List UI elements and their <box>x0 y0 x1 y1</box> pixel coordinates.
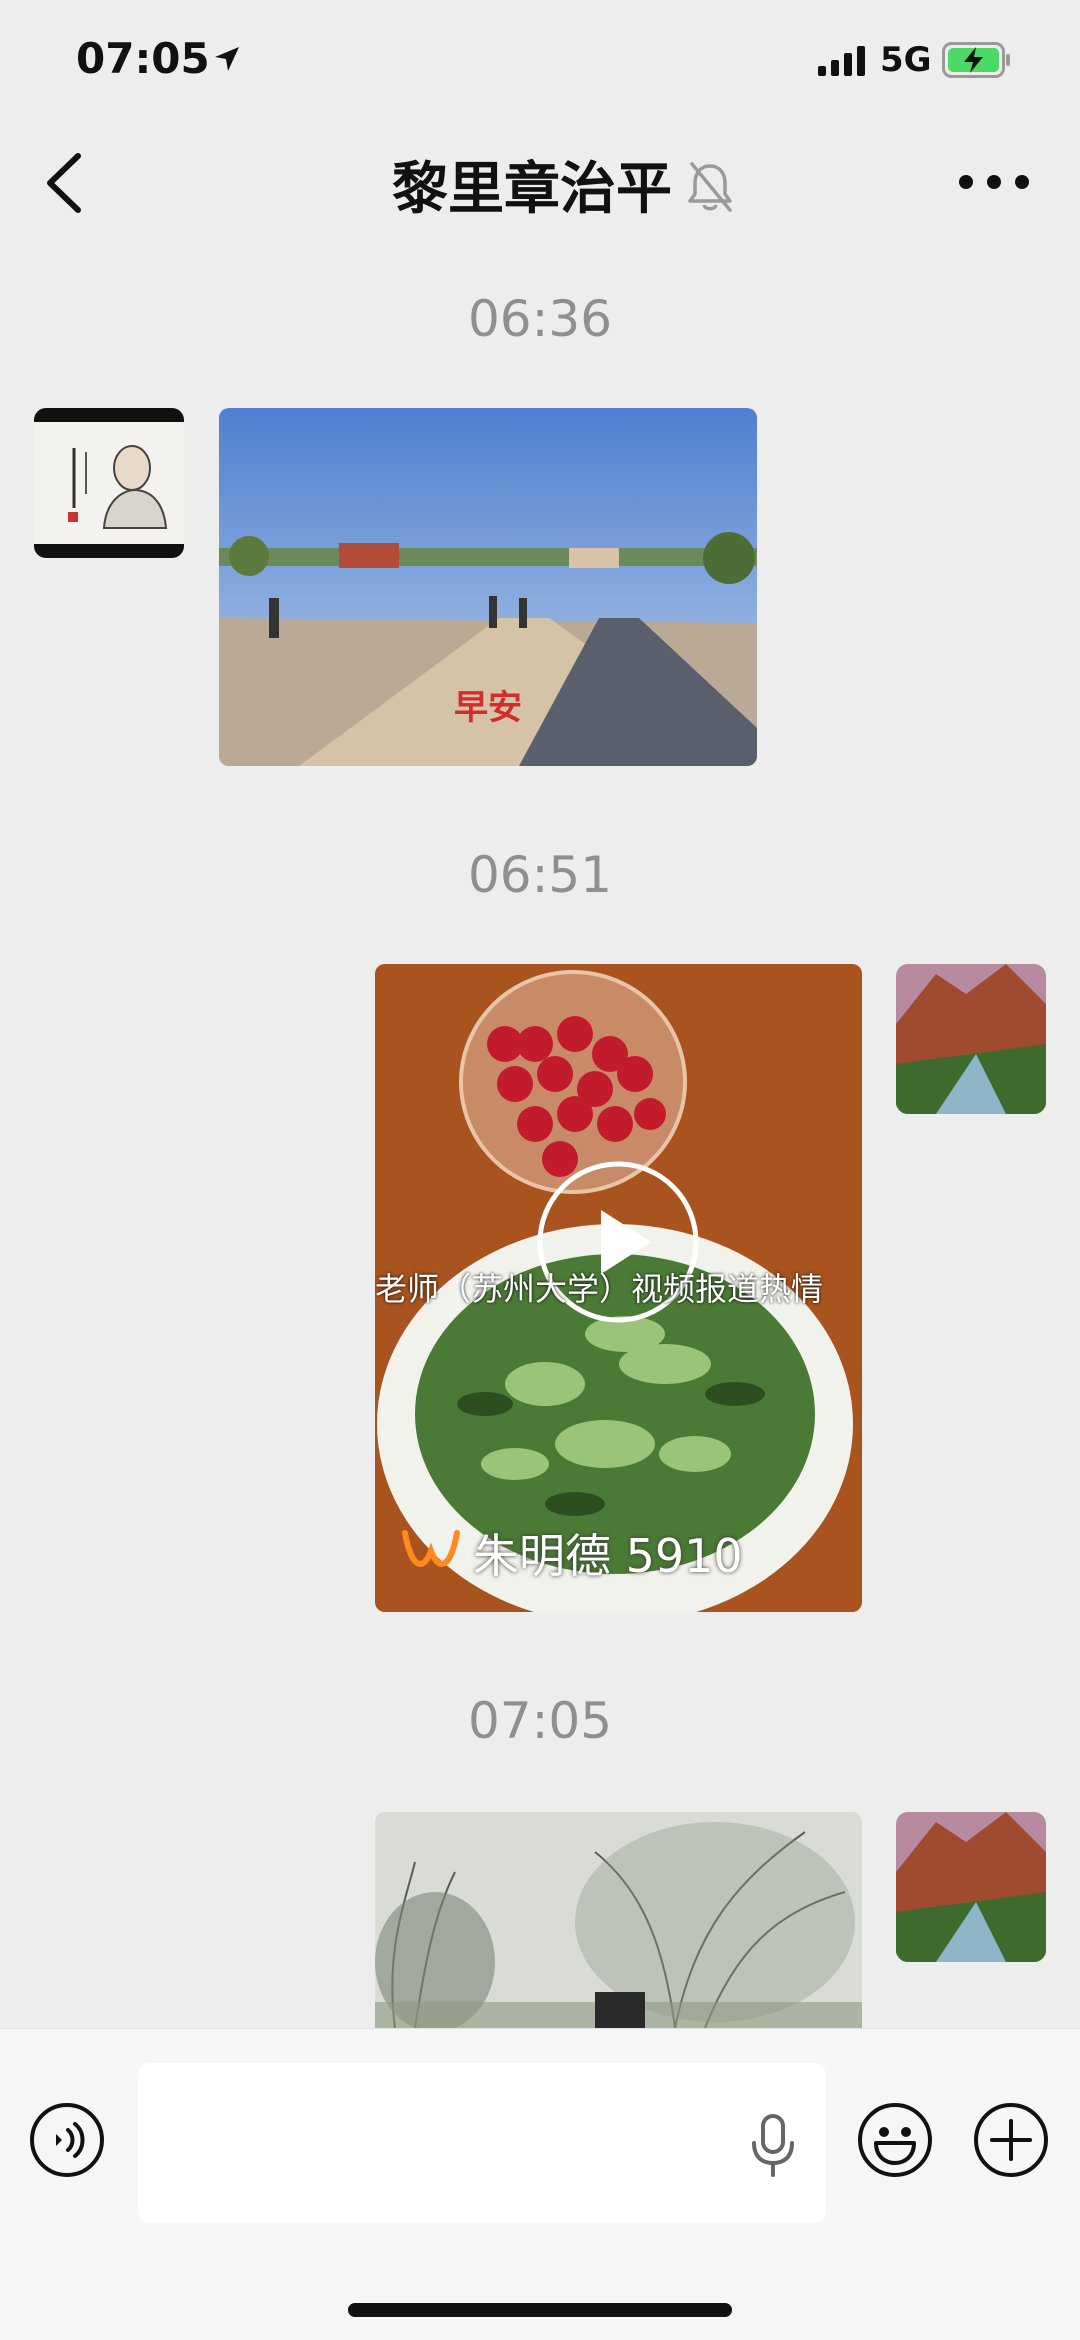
mic-icon[interactable] <box>748 2113 798 2179</box>
message-input[interactable] <box>138 2063 826 2223</box>
emoji-icon[interactable] <box>856 2101 934 2179</box>
home-indicator <box>348 2303 732 2317</box>
video-overlay-text: 老师（苏州大学）视频报道热情 <box>375 1270 824 1308</box>
chat-title: 黎里章治平 <box>392 144 734 225</box>
more-icon[interactable] <box>956 160 1032 204</box>
contact-avatar[interactable] <box>34 408 184 558</box>
plus-icon[interactable] <box>972 2101 1050 2179</box>
back-icon[interactable] <box>36 148 96 218</box>
chat-title-text: 黎里章治平 <box>392 157 672 222</box>
self-avatar[interactable] <box>896 964 1046 1114</box>
photo-caption: 早安 <box>454 688 522 728</box>
status-time: 07:05 <box>76 34 210 83</box>
video-message[interactable] <box>375 1812 862 2028</box>
message-timestamp: 06:36 <box>467 290 613 348</box>
watermark-text: 朱明德 5910 <box>473 1529 743 1583</box>
location-arrow-icon <box>215 47 239 71</box>
message-timestamp: 07:05 <box>467 1692 613 1750</box>
video-message[interactable]: 老师（苏州大学）视频报道热情 朱明德 5910 <box>375 964 862 1612</box>
signal-icon <box>818 46 865 76</box>
video-watermark: 朱明德 5910 <box>401 1520 743 1586</box>
message-timestamp: 06:51 <box>467 846 613 904</box>
network-label: 5G <box>880 40 932 80</box>
status-bar: 07:05 5G <box>0 0 1080 120</box>
mute-bell-icon <box>688 161 732 212</box>
voice-icon[interactable] <box>28 2101 106 2179</box>
photo-message[interactable]: 早安 <box>219 408 757 766</box>
battery-icon <box>942 42 1010 78</box>
nav-bar: 黎里章治平 <box>0 130 1080 240</box>
self-avatar[interactable] <box>896 1812 1046 1962</box>
watermark-logo-icon <box>402 1530 460 1567</box>
message-composer <box>0 2028 1080 2340</box>
